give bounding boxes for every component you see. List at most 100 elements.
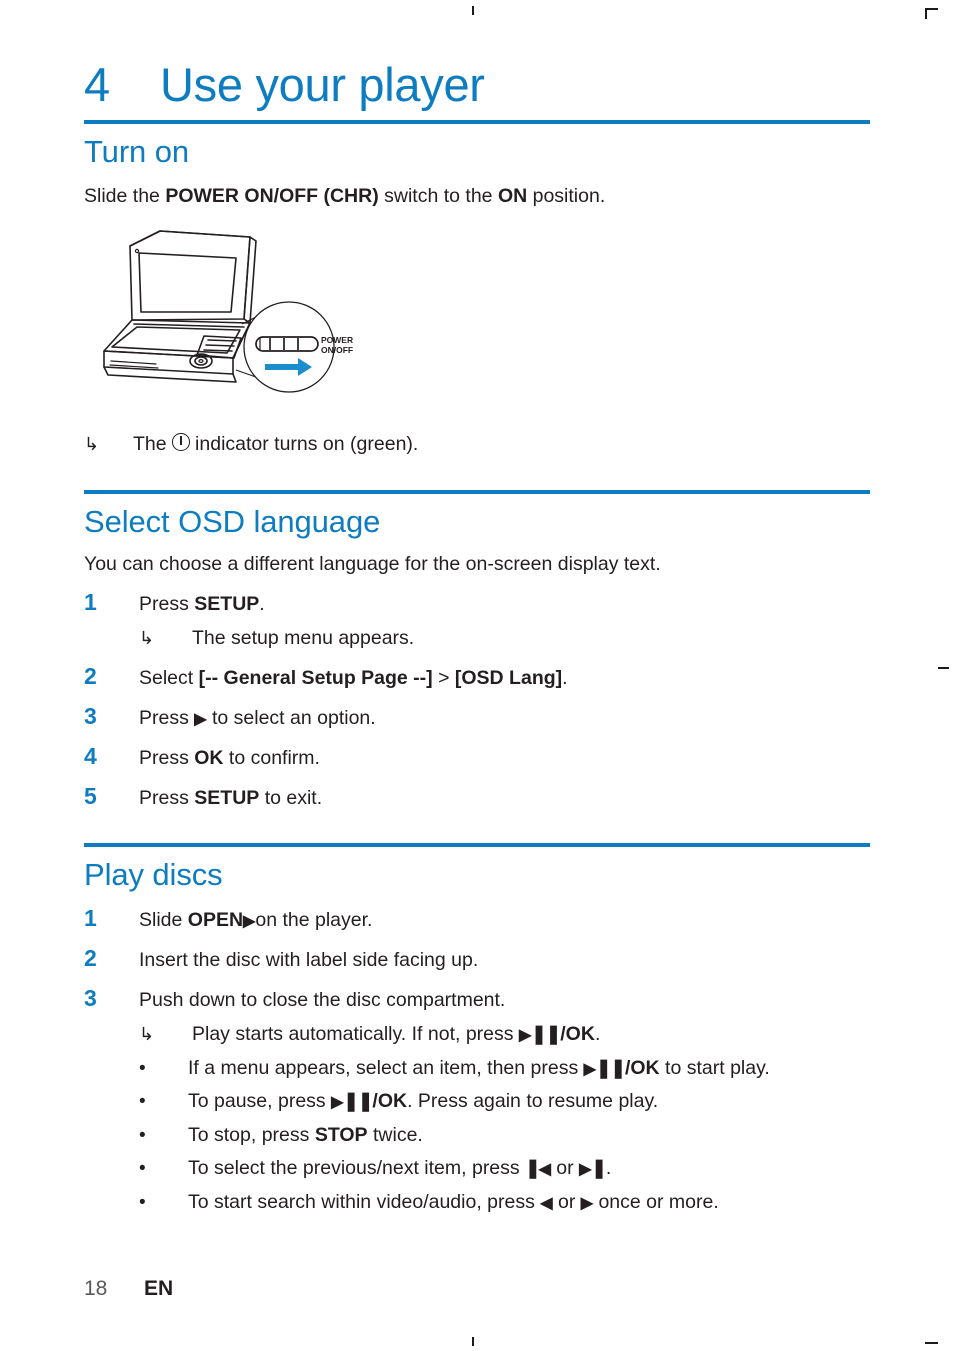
section-heading-select-osd: Select OSD language [84, 503, 381, 539]
play-bullet-1: • If a menu appears, select an item, the… [84, 1055, 870, 1082]
crop-mark-bottom-right [925, 1342, 938, 1344]
section-heading-play-discs: Play discs [84, 856, 223, 892]
step-2-sep: > [432, 666, 455, 689]
bullet-icon: • [139, 1192, 146, 1214]
bullet-icon: • [139, 1091, 146, 1113]
play-step-1-c: on the player. [255, 909, 373, 932]
play-discs-result: ↳ Play starts automatically. If not, pre… [84, 1021, 870, 1047]
play-step-1-number: 1 [84, 905, 97, 932]
step-4-c: to confirm. [223, 746, 320, 769]
ok-suffix-label: /OK [560, 1023, 595, 1046]
forward-right-icon [581, 1191, 593, 1213]
result-arrow-icon: ↳ [139, 1024, 155, 1045]
bullet-1-a: If a menu appears, select an item, then … [188, 1056, 584, 1079]
play-bullet-5: • To start search within video/audio, pr… [84, 1189, 870, 1216]
play-result-c: . [594, 1023, 601, 1046]
next-track-icon: ▶❚ [579, 1157, 607, 1179]
step-1-result: ↳ The setup menu appears. [84, 625, 870, 651]
bullet-icon: • [139, 1057, 146, 1079]
play-step-3-text: Push down to close the disc compartment. [139, 989, 506, 1012]
chapter-heading: 4 Use your player [84, 0, 870, 112]
select-osd-intro: You can choose a different language for … [84, 553, 661, 576]
bullet-3-c: twice. [367, 1123, 423, 1146]
heading-rule-3 [84, 842, 870, 847]
select-osd-steps: 1 Press SETUP. ↳ The setup menu appears.… [84, 587, 870, 812]
chapter-number: 4 [84, 58, 110, 111]
stop-button-label: STOP [314, 1123, 368, 1146]
step-3-text: Press to select an option. [139, 705, 870, 731]
on-position-label: ON [497, 185, 528, 208]
step-4-a: Press [139, 746, 195, 769]
step-2-text: Select [-- General Setup Page --] > [OSD… [139, 665, 870, 691]
portable-dvd-player-illustration: POWER ON/OFF [84, 224, 354, 424]
play-bullet-4-text: To select the previous/next item, press … [188, 1155, 870, 1181]
bullet-4-c: . [605, 1157, 612, 1180]
play-right-arrow-icon [194, 707, 206, 729]
turn-on-text-e: position. [527, 185, 606, 208]
step-2-number: 2 [84, 662, 97, 689]
step-3-a: Press [139, 706, 195, 729]
play-pause-icon: ▶❚❚ [331, 1090, 373, 1112]
bullet-4-b: or [550, 1157, 580, 1180]
play-step-2-text: Insert the disc with label side facing u… [139, 949, 479, 972]
footer-page-number: 18 [84, 1277, 108, 1300]
play-bullet-1-text: If a menu appears, select an item, then … [188, 1055, 870, 1081]
previous-track-icon: ❚◀ [525, 1157, 551, 1179]
ok-button-label: OK [194, 746, 224, 769]
bullet-5-b: or [552, 1191, 581, 1214]
step-4-number: 4 [84, 742, 97, 769]
bullet-3-a: To stop, press [188, 1123, 315, 1146]
power-indicator-icon [172, 433, 190, 451]
play-bullet-3: • To stop, press STOP twice. [84, 1122, 870, 1149]
turn-on-instruction: Slide the POWER ON/OFF (CHR) switch to t… [84, 183, 870, 209]
ok-suffix-label: /OK [372, 1090, 408, 1113]
step-5: 5 Press SETUP to exit. [84, 781, 870, 812]
step-3-number: 3 [84, 702, 97, 729]
bullet-1-c: to start play. [659, 1056, 770, 1079]
page-content: 4 Use your player Turn on Slide the POWE… [84, 0, 870, 1351]
power-switch-label: POWER ON/OFF (CHR) [165, 185, 379, 208]
play-step-1: 1 Slide OPEN on the player. [84, 903, 870, 934]
step-5-c: to exit. [259, 786, 323, 809]
play-bullet-4: • To select the previous/next item, pres… [84, 1155, 870, 1182]
bullet-2-c: . Press again to resume play. [407, 1090, 659, 1113]
bullet-5-a: To start search within video/audio, pres… [188, 1191, 541, 1214]
play-discs-steps: 1 Slide OPEN on the player. 2 Insert the … [84, 903, 870, 1216]
callout-label-power: POWER [321, 335, 353, 345]
bullet-icon: • [139, 1124, 146, 1146]
result-arrow-icon: ↳ [139, 628, 155, 649]
step-1-number: 1 [84, 589, 97, 616]
step-1: 1 Press SETUP. [84, 587, 870, 618]
heading-rule-2 [84, 489, 870, 494]
play-pause-icon: ▶❚❚ [583, 1056, 626, 1078]
rewind-left-icon [540, 1191, 552, 1213]
step-1-a: Press [139, 593, 195, 616]
footer-language-code: EN [144, 1277, 174, 1300]
result-text-a: The [133, 432, 173, 455]
bullet-5-c: once or more. [593, 1191, 719, 1214]
setup-button-label: SETUP [194, 786, 260, 809]
play-discs-result-text: Play starts automatically. If not, press… [192, 1021, 870, 1047]
turn-on-text-a: Slide the [84, 185, 166, 208]
ok-suffix-label: /OK [624, 1056, 660, 1079]
chapter-title: Use your player [160, 58, 485, 111]
step-2-d: . [562, 666, 568, 689]
play-step-1-a: Slide [139, 909, 188, 932]
osd-lang-label: [OSD Lang] [454, 666, 563, 689]
step-2-a: Select [139, 666, 199, 689]
play-right-arrow-icon [243, 909, 255, 931]
setup-button-label: SETUP [194, 593, 260, 616]
callout-label-onoff: ON/OFF [321, 345, 353, 355]
step-3-c: to select an option. [206, 706, 376, 729]
step-5-text: Press SETUP to exit. [139, 785, 870, 811]
step-4: 4 Press OK to confirm. [84, 741, 870, 772]
turn-on-result-text: The indicator turns on (green). [133, 431, 870, 457]
crop-mark-right-middle [938, 667, 949, 669]
result-arrow-icon: ↳ [84, 433, 100, 454]
play-step-1-text: Slide OPEN on the player. [139, 907, 870, 933]
section-heading-turn-on: Turn on [84, 134, 189, 170]
result-text-b: indicator turns on (green). [189, 432, 419, 455]
bullet-icon: • [139, 1158, 146, 1180]
play-pause-icon: ▶❚❚ [518, 1023, 561, 1045]
player-diagram-svg: POWER ON/OFF [103, 229, 353, 393]
